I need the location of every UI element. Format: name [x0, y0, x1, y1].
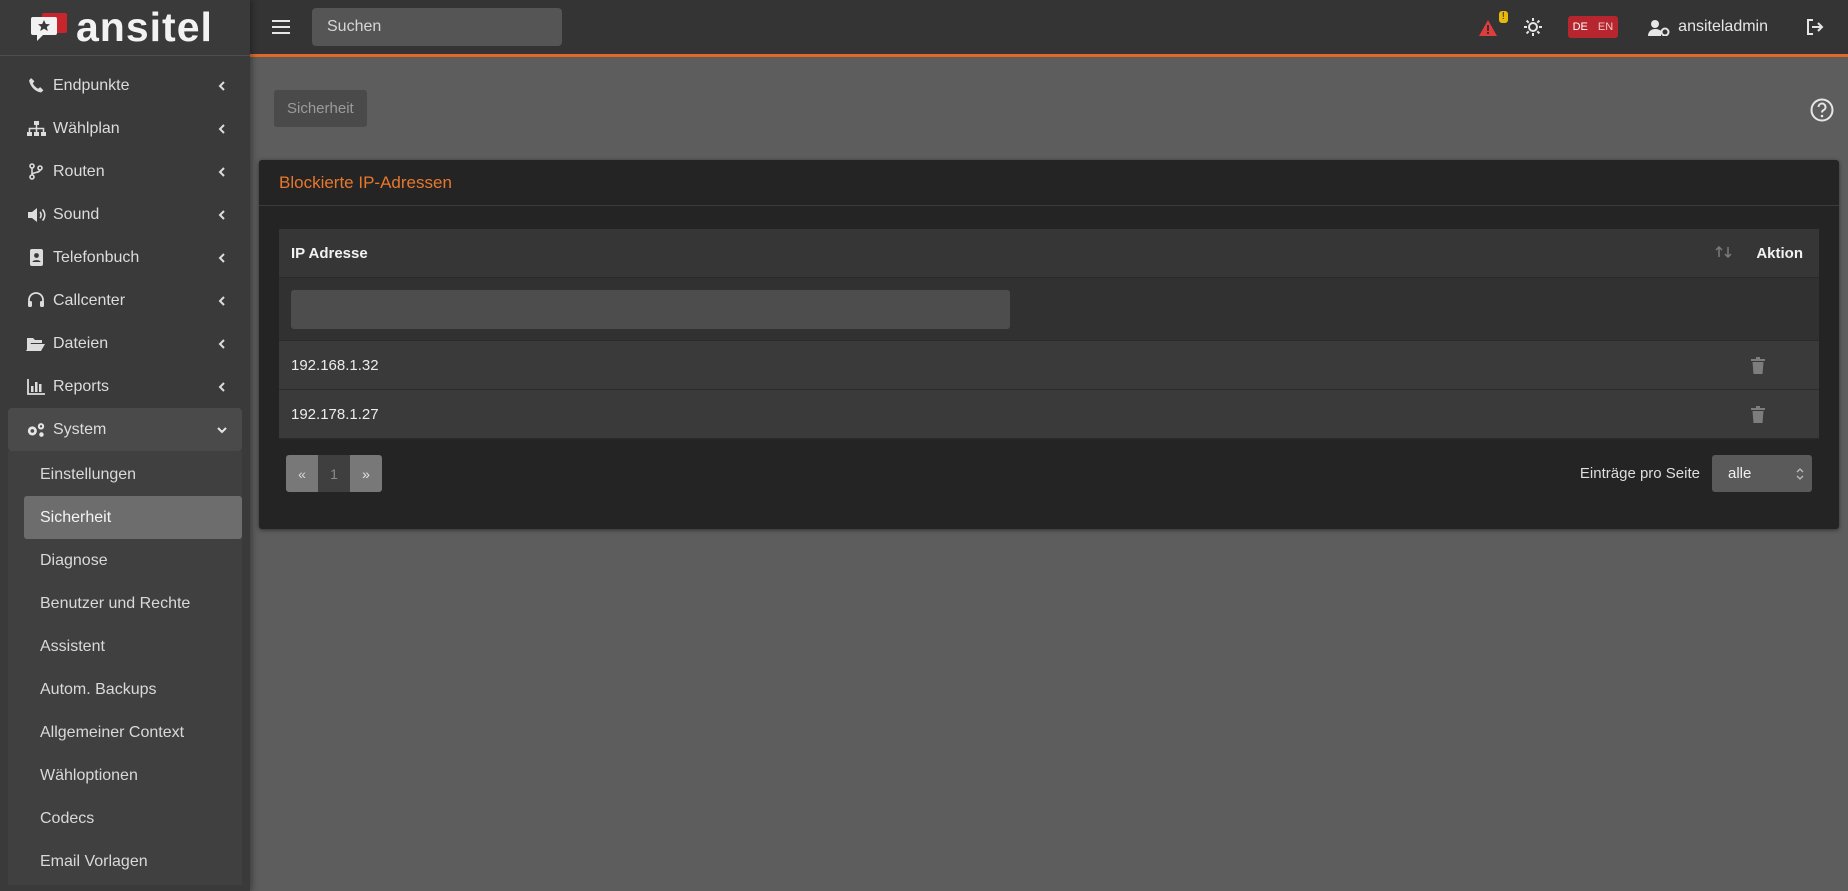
logout-icon[interactable]	[1806, 19, 1824, 35]
sidebar-item-label: Wählplan	[53, 119, 120, 137]
ansitel-logo-icon	[30, 11, 70, 45]
user-cog-icon	[1648, 19, 1670, 36]
sidebar-subitem-allgemeiner-context[interactable]: Allgemeiner Context	[8, 711, 242, 754]
pagination-next[interactable]: »	[350, 455, 382, 492]
sidebar-item-system[interactable]: System	[8, 408, 242, 451]
chevron-left-icon	[218, 381, 225, 392]
sidebar-subitem-assistent[interactable]: Assistent	[8, 625, 242, 668]
pagination-page[interactable]: 1	[318, 455, 350, 492]
alerts-button[interactable]: !	[1478, 11, 1508, 38]
breadcrumb[interactable]: Sicherheit	[274, 90, 367, 127]
chevron-left-icon	[218, 123, 225, 134]
column-header-action: Aktion	[1756, 244, 1803, 262]
folder-open-icon	[26, 334, 46, 354]
filter-row	[279, 278, 1819, 341]
sidebar-subitem-sicherheit[interactable]: Sicherheit	[24, 496, 242, 539]
sidebar-subitem-waehloptionen[interactable]: Wähloptionen	[8, 754, 242, 797]
sidebar-item-callcenter[interactable]: Callcenter	[0, 279, 250, 322]
per-page-label: Einträge pro Seite	[1579, 465, 1700, 482]
column-header-ip[interactable]: IP Adresse	[279, 245, 1715, 262]
topbar: ! DE EN ansiteladmin	[250, 0, 1848, 57]
sidebar-subitem-autom-backups[interactable]: Autom. Backups	[8, 668, 242, 711]
chevron-left-icon	[218, 252, 225, 263]
lang-en[interactable]: EN	[1593, 21, 1618, 33]
ip-cell: 192.168.1.32	[291, 356, 379, 374]
sidebar-item-label: Callcenter	[53, 291, 126, 309]
language-switch[interactable]: DE EN	[1567, 16, 1619, 38]
phone-icon	[26, 76, 46, 96]
sidebar-item-waehlplan[interactable]: Wählplan	[0, 107, 250, 150]
chevron-left-icon	[218, 338, 225, 349]
pagination: « 1 »	[286, 455, 382, 492]
lang-de[interactable]: DE	[1568, 21, 1593, 33]
sidebar-item-label: Telefonbuch	[53, 248, 140, 266]
sidebar: ansitel Endpunkte Wählplan Routen Sound …	[0, 0, 250, 891]
search-input[interactable]	[312, 8, 562, 46]
theme-toggle-icon[interactable]	[1523, 18, 1542, 36]
sidebar-item-label: Sound	[53, 205, 100, 223]
alert-count-badge: !	[1498, 11, 1508, 23]
sidebar-subitem-diagnose[interactable]: Diagnose	[8, 539, 242, 582]
sidebar-item-label: Routen	[53, 162, 105, 180]
chevron-left-icon	[218, 209, 225, 220]
sidebar-subitem-email-vorlagen[interactable]: Email Vorlagen	[8, 840, 242, 883]
table-row: 192.178.1.27	[279, 390, 1819, 439]
branch-icon	[26, 162, 46, 182]
per-page-select[interactable]: alle	[1712, 455, 1812, 492]
trash-icon[interactable]	[1749, 356, 1767, 374]
select-arrows-icon	[1796, 467, 1804, 480]
sidebar-item-reports[interactable]: Reports	[0, 365, 250, 408]
sidebar-item-label: Dateien	[53, 334, 109, 352]
sidebar-subitem-benutzer-und-rechte[interactable]: Benutzer und Rechte	[8, 582, 242, 625]
gears-icon	[26, 420, 46, 440]
volume-icon	[26, 205, 46, 225]
sidebar-item-endpunkte[interactable]: Endpunkte	[0, 64, 250, 107]
table-header: IP Adresse Aktion	[279, 229, 1819, 278]
card-title: Blockierte IP-Adressen	[259, 160, 1839, 206]
chevron-left-icon	[218, 166, 225, 177]
sidebar-subitem-einstellungen[interactable]: Einstellungen	[8, 453, 242, 496]
sidebar-nav: Endpunkte Wählplan Routen Sound Telefonb…	[0, 56, 250, 885]
help-icon[interactable]	[1810, 98, 1834, 122]
system-submenu: Einstellungen Sicherheit Diagnose Benutz…	[8, 451, 242, 885]
user-menu[interactable]: ansiteladmin	[1648, 18, 1768, 36]
sidebar-item-telefonbuch[interactable]: Telefonbuch	[0, 236, 250, 279]
pagination-prev[interactable]: «	[286, 455, 318, 492]
main-content: Sicherheit Blockierte IP-Adressen IP Adr…	[250, 57, 1848, 891]
sidebar-item-label: Endpunkte	[53, 76, 130, 94]
chevron-left-icon	[218, 295, 225, 306]
sidebar-item-sound[interactable]: Sound	[0, 193, 250, 236]
sidebar-item-routen[interactable]: Routen	[0, 150, 250, 193]
sitemap-icon	[26, 119, 46, 139]
bar-chart-icon	[26, 377, 46, 397]
per-page-value: alle	[1728, 465, 1752, 482]
table-row: 192.168.1.32	[279, 341, 1819, 390]
sidebar-item-label: Reports	[53, 377, 110, 395]
topbar-right: ! DE EN ansiteladmin	[1478, 0, 1848, 54]
sort-icon[interactable]	[1715, 245, 1733, 262]
username: ansiteladmin	[1678, 18, 1768, 35]
sidebar-subitem-codecs[interactable]: Codecs	[8, 797, 242, 840]
ip-filter-input[interactable]	[291, 289, 1010, 329]
menu-toggle-icon[interactable]	[272, 20, 290, 34]
chevron-down-icon	[217, 426, 227, 433]
sidebar-item-dateien[interactable]: Dateien	[0, 322, 250, 365]
blocked-ips-card: Blockierte IP-Adressen IP Adresse Aktion…	[259, 160, 1839, 529]
brand[interactable]: ansitel	[0, 0, 250, 56]
sidebar-item-label: System	[53, 420, 107, 438]
blocked-ips-table: IP Adresse Aktion 192.168.1.32 192.178.1…	[279, 229, 1819, 439]
chevron-left-icon	[218, 80, 225, 91]
trash-icon[interactable]	[1749, 405, 1767, 423]
ip-cell: 192.178.1.27	[291, 405, 379, 423]
warning-icon	[1478, 20, 1497, 36]
brand-name: ansitel	[76, 4, 213, 50]
per-page-control: Einträge pro Seite alle	[1580, 455, 1812, 492]
address-book-icon	[26, 248, 46, 268]
headset-icon	[26, 291, 46, 311]
